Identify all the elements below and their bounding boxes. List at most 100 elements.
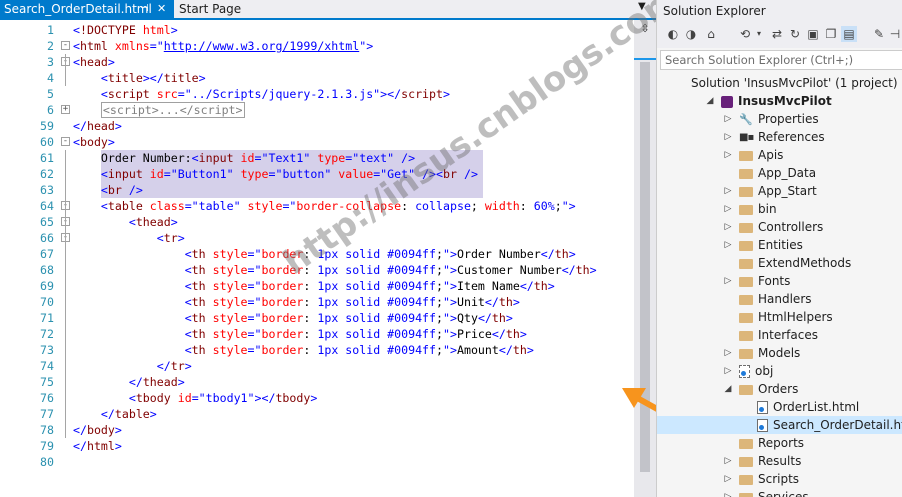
code-line[interactable]: <th style="border: 1px solid #0094ff;">I…: [73, 278, 555, 294]
collapse-arrow-icon[interactable]: ◢: [705, 92, 715, 110]
code-line[interactable]: </body>: [73, 422, 122, 438]
tree-item-reports[interactable]: Reports: [657, 434, 902, 452]
code-line[interactable]: <th style="border: 1px solid #0094ff;">P…: [73, 326, 527, 342]
home-icon[interactable]: ⌂: [703, 26, 719, 42]
line-number: 2: [47, 39, 54, 53]
show-all-files-icon[interactable]: ❐: [823, 26, 839, 42]
tree-item-content: Solution 'InsusMvcPilot' (1 project): [691, 74, 898, 92]
tree-item-properties[interactable]: ▷ 🔧 Properties: [657, 110, 902, 128]
collapse-icon[interactable]: -: [61, 137, 70, 146]
back-icon[interactable]: ◐: [665, 26, 681, 42]
tree-item-orderlist-html[interactable]: OrderList.html: [657, 398, 902, 416]
close-icon[interactable]: ✕: [157, 0, 166, 18]
expand-icon[interactable]: +: [61, 105, 70, 114]
properties-icon[interactable]: ✎: [871, 26, 887, 42]
expand-arrow-icon[interactable]: ▷: [723, 236, 733, 254]
expand-arrow-icon[interactable]: ▷: [723, 182, 733, 200]
code-line[interactable]: <body>: [73, 134, 115, 150]
code-line[interactable]: <th style="border: 1px solid #0094ff;">A…: [73, 342, 534, 358]
code-line[interactable]: </head>: [73, 118, 122, 134]
code-line[interactable]: <tbody id="tbody1"></tbody>: [73, 390, 318, 406]
code-line[interactable]: <script>...</script>: [73, 102, 245, 118]
folder-icon: [739, 150, 753, 161]
code-line[interactable]: </thead>: [73, 374, 185, 390]
code-line[interactable]: <head>: [73, 54, 115, 70]
refresh-icon[interactable]: ↻: [787, 26, 803, 42]
tree-item-bin[interactable]: ▷ bin: [657, 200, 902, 218]
tree-item-obj[interactable]: ▷ obj: [657, 362, 902, 380]
split-icon[interactable]: ⇳: [638, 22, 652, 36]
sync-icon[interactable]: ⇄: [769, 26, 785, 42]
tree-item-apis[interactable]: ▷ Apis: [657, 146, 902, 164]
expand-arrow-icon[interactable]: ▷: [723, 362, 733, 380]
tree-item-orders[interactable]: ◢ Orders: [657, 380, 902, 398]
expand-arrow-icon[interactable]: ▷: [723, 344, 733, 362]
forward-icon[interactable]: ◑: [683, 26, 699, 42]
code-line[interactable]: <th style="border: 1px solid #0094ff;">C…: [73, 262, 597, 278]
tree-item-htmlhelpers[interactable]: HtmlHelpers: [657, 308, 902, 326]
pin-icon[interactable]: ⊣: [889, 26, 901, 42]
tree-item-content: InsusMvcPilot: [721, 92, 832, 110]
line-number: 61: [40, 151, 54, 165]
tree-item-models[interactable]: ▷ Models: [657, 344, 902, 362]
tree-item-insusmvcpilot[interactable]: ◢ InsusMvcPilot: [657, 92, 902, 110]
tab-search-orderdetail[interactable]: Search_OrderDetail.html ⊣ ✕: [0, 0, 174, 18]
expand-arrow-icon[interactable]: ▷: [723, 272, 733, 290]
tree-item-services[interactable]: ▷ Services: [657, 488, 902, 497]
code-line[interactable]: <th style="border: 1px solid #0094ff;">U…: [73, 294, 520, 310]
tab-start-page[interactable]: Start Page: [175, 0, 285, 18]
dropdown-icon[interactable]: ▼: [638, 1, 646, 12]
code-line[interactable]: <th style="border: 1px solid #0094ff;">O…: [73, 246, 576, 262]
tree-item-extendmethods[interactable]: ExtendMethods: [657, 254, 902, 272]
code-line[interactable]: <script src="../Scripts/jquery-2.1.3.js"…: [73, 86, 450, 102]
code-line[interactable]: <th style="border: 1px solid #0094ff;">Q…: [73, 310, 513, 326]
collapse-icon[interactable]: -: [61, 41, 70, 50]
line-number: 66: [40, 231, 54, 245]
search-input[interactable]: Search Solution Explorer (Ctrl+;): [660, 50, 902, 70]
code-line[interactable]: </table>: [73, 406, 157, 422]
code-line[interactable]: <table class="table" style="border-colla…: [73, 198, 576, 214]
tree-item-content: Controllers: [739, 218, 823, 236]
tree-item-controllers[interactable]: ▷ Controllers: [657, 218, 902, 236]
code-line[interactable]: <thead>: [73, 214, 178, 230]
code-area[interactable]: 1 <!DOCTYPE html> 2 <html xmlns="http://www…: [0, 20, 634, 497]
tree-item-scripts[interactable]: ▷ Scripts: [657, 470, 902, 488]
tree-item-search-orderdetail-html[interactable]: Search_OrderDetail.html: [657, 416, 902, 434]
expand-arrow-icon[interactable]: ▷: [723, 452, 733, 470]
tree-item-entities[interactable]: ▷ Entities: [657, 236, 902, 254]
tree-item-references[interactable]: ▷ ■▪ References: [657, 128, 902, 146]
code-line[interactable]: <tr>: [73, 230, 185, 246]
tree-item-results[interactable]: ▷ Results: [657, 452, 902, 470]
tree-item-app-start[interactable]: ▷ App_Start: [657, 182, 902, 200]
collapse-arrow-icon[interactable]: ◢: [723, 380, 733, 398]
tree-item-handlers[interactable]: Handlers: [657, 290, 902, 308]
code-line[interactable]: </html>: [73, 438, 122, 454]
expand-arrow-icon[interactable]: ▷: [723, 488, 733, 497]
code-line[interactable]: Order Number:<input id="Text1" type="tex…: [73, 150, 415, 166]
code-line[interactable]: <input id="Button1" type="button" value=…: [73, 166, 478, 182]
dropdown-icon[interactable]: ▾: [751, 26, 767, 42]
pin-icon[interactable]: ⊣: [140, 0, 149, 18]
tree-item-solution-insusmvcpilot-1-project[interactable]: Solution 'InsusMvcPilot' (1 project): [657, 74, 902, 92]
code-line[interactable]: <title></title>: [73, 70, 206, 86]
tree-item-interfaces[interactable]: Interfaces: [657, 326, 902, 344]
code-line[interactable]: </tr>: [73, 358, 192, 374]
tree-item-fonts[interactable]: ▷ Fonts: [657, 272, 902, 290]
tree-item-app-data[interactable]: App_Data: [657, 164, 902, 182]
code-line[interactable]: <!DOCTYPE html>: [73, 22, 178, 38]
expand-arrow-icon[interactable]: ▷: [723, 218, 733, 236]
code-line[interactable]: <br />: [73, 182, 143, 198]
expand-arrow-icon[interactable]: ▷: [723, 110, 733, 128]
expand-arrow-icon[interactable]: ▷: [723, 146, 733, 164]
expand-arrow-icon[interactable]: ▷: [723, 200, 733, 218]
expand-arrow-icon[interactable]: ▷: [723, 470, 733, 488]
tree-item-label: Reports: [758, 436, 805, 450]
tree-item-label: Services: [758, 490, 809, 497]
code-line[interactable]: <html xmlns="http://www.w3.org/1999/xhtm…: [73, 38, 373, 54]
scrollbar-thumb[interactable]: [640, 62, 650, 472]
expand-arrow-icon[interactable]: ▷: [723, 128, 733, 146]
vertical-scrollbar[interactable]: ⇳: [634, 20, 656, 497]
preview-icon[interactable]: ▤: [841, 26, 857, 42]
collapse-all-icon[interactable]: ▣: [805, 26, 821, 42]
tree-item-content: ExtendMethods: [739, 254, 851, 272]
